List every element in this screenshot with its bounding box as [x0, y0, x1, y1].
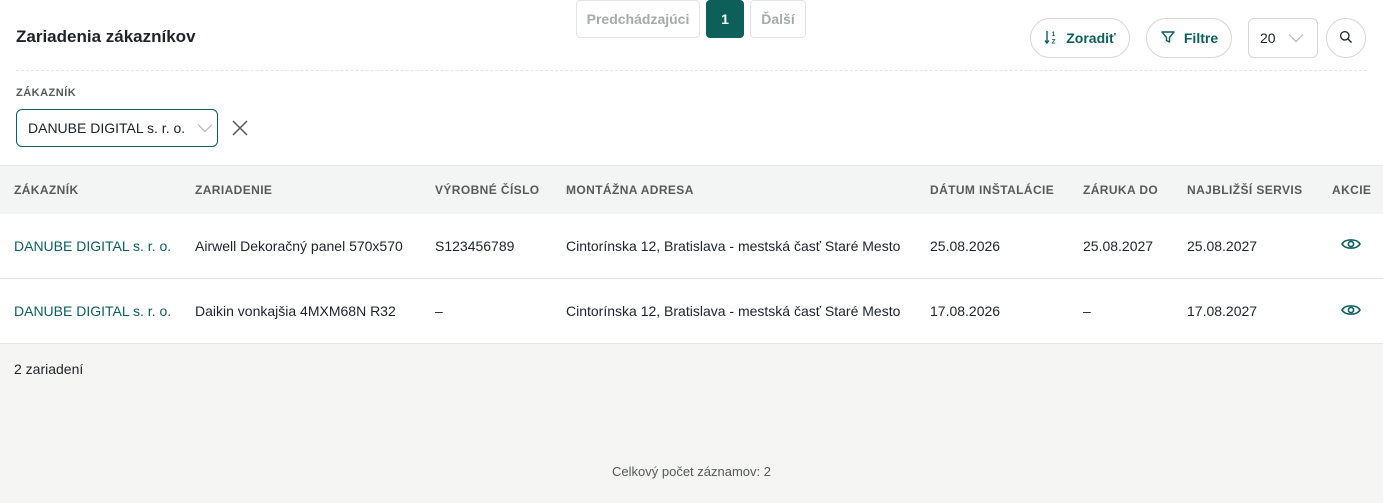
- sort-button-label: Zoradiť: [1066, 30, 1116, 46]
- svg-text:1: 1: [1052, 31, 1056, 38]
- column-header-warranty[interactable]: ZÁRUKA DO: [1069, 166, 1173, 214]
- close-icon[interactable]: [231, 119, 249, 137]
- eye-icon[interactable]: [1340, 304, 1361, 320]
- table-row: DANUBE DIGITAL s. r. o. Airwell Dekoračn…: [0, 214, 1383, 279]
- address-cell: Cintorínska 12, Bratislava - mestská čas…: [566, 303, 901, 319]
- device-count: 2 zariadení: [14, 361, 84, 377]
- next-service-cell: 25.08.2027: [1187, 237, 1258, 254]
- devices-table: ZÁKAZNÍK ZARIADENIE VÝROBNÉ ČÍSLO MONTÁŽ…: [0, 165, 1383, 344]
- column-header-serial[interactable]: VÝROBNÉ ČÍSLO: [421, 166, 552, 214]
- customer-select[interactable]: DANUBE DIGITAL s. r. o.: [16, 109, 218, 147]
- previous-page-button[interactable]: Predchádzajúci: [576, 0, 700, 38]
- installed-cell: 25.08.2026: [930, 237, 1001, 254]
- sort-az-icon: 1 Z: [1044, 29, 1058, 48]
- serial-cell: –: [435, 303, 443, 319]
- funnel-icon: [1160, 29, 1176, 48]
- table-header-row: ZÁKAZNÍK ZARIADENIE VÝROBNÉ ČÍSLO MONTÁŽ…: [0, 165, 1383, 214]
- column-header-device[interactable]: ZARIADENIE: [181, 166, 421, 214]
- address-cell: Cintorínska 12, Bratislava - mestská čas…: [566, 237, 901, 254]
- device-cell: Airwell Dekoračný panel 570x570: [195, 237, 403, 254]
- customer-link[interactable]: DANUBE DIGITAL s. r. o.: [0, 214, 181, 279]
- svg-text:Z: Z: [1052, 38, 1056, 45]
- page-size-value: 20: [1260, 30, 1276, 46]
- customer-link[interactable]: DANUBE DIGITAL s. r. o.: [0, 279, 181, 344]
- customer-filter-label: ZÁKAZNÍK: [16, 87, 77, 99]
- installed-cell: 17.08.2026: [930, 303, 1001, 319]
- column-header-next-service[interactable]: NAJBLIŽŠÍ SERVIS: [1173, 166, 1318, 214]
- total-records: Celkový počet záznamov: 2: [612, 464, 771, 479]
- page-size-select[interactable]: 20: [1248, 18, 1318, 58]
- column-header-address[interactable]: MONTÁŽNA ADRESA: [552, 166, 916, 214]
- column-header-customer[interactable]: ZÁKAZNÍK: [0, 166, 181, 214]
- actions-cell: [1318, 279, 1383, 344]
- actions-cell: [1318, 214, 1383, 279]
- warranty-cell: –: [1083, 303, 1091, 319]
- column-header-actions: AKCIE: [1332, 182, 1372, 197]
- table-row: DANUBE DIGITAL s. r. o. Daikin vonkajšia…: [0, 279, 1383, 344]
- page-title: Zariadenia zákazníkov: [16, 27, 196, 46]
- eye-icon[interactable]: [1340, 238, 1361, 254]
- search-icon: [1339, 30, 1353, 47]
- warranty-cell: 25.08.2027: [1083, 237, 1154, 254]
- filter-button[interactable]: Filtre: [1146, 18, 1232, 58]
- next-page-button[interactable]: Ďalší: [750, 0, 806, 38]
- page-1-button[interactable]: 1: [706, 0, 744, 38]
- devices-card: Zariadenia zákazníkov 1 Z Zoradiť Filtre…: [0, 0, 1383, 394]
- filter-button-label: Filtre: [1183, 30, 1219, 46]
- next-service-cell: 17.08.2027: [1187, 303, 1258, 319]
- device-cell: Daikin vonkajšia 4MXM68N R32: [195, 303, 396, 319]
- sort-button[interactable]: 1 Z Zoradiť: [1030, 18, 1130, 58]
- serial-cell: S123456789: [435, 237, 515, 254]
- chevron-down-icon: [197, 120, 213, 136]
- chevron-down-icon: [1288, 30, 1304, 46]
- table-footer: 2 zariadení: [0, 344, 1383, 394]
- customer-select-value: DANUBE DIGITAL s. r. o.: [28, 120, 186, 136]
- search-button[interactable]: [1326, 18, 1366, 58]
- column-header-installed[interactable]: DÁTUM INŠTALÁCIE: [916, 166, 1069, 214]
